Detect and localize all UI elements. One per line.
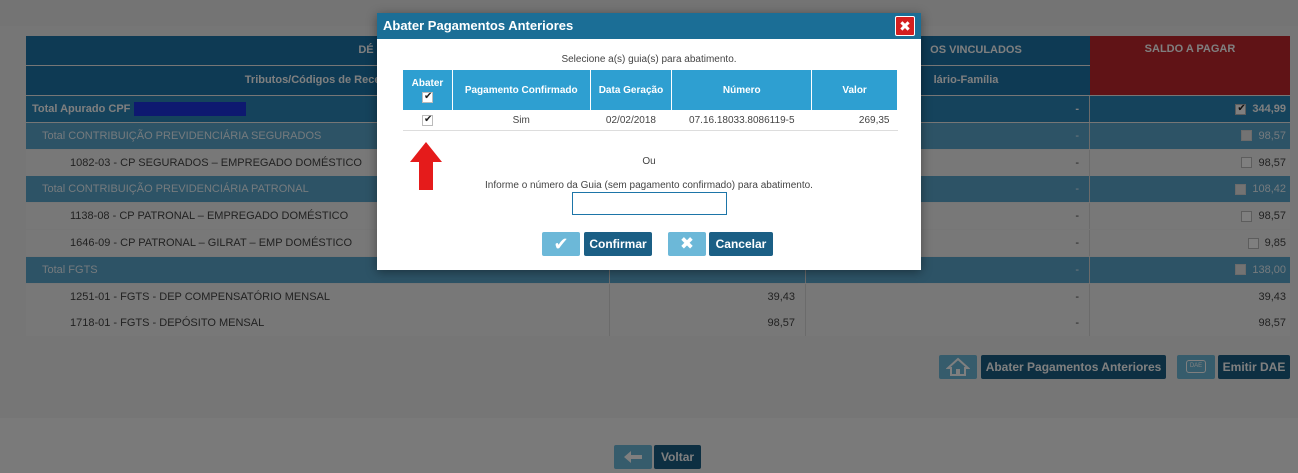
guia-number-input[interactable] xyxy=(572,192,727,215)
or-separator: Ou xyxy=(642,156,656,167)
select-all-checkbox[interactable] xyxy=(421,90,433,104)
inform-guia-text: Informe o número da Guia (sem pagamento … xyxy=(485,180,813,191)
cancelar-button[interactable]: Cancelar xyxy=(709,232,773,256)
red-arrow-icon xyxy=(410,142,442,190)
close-icon[interactable]: ✖ xyxy=(895,16,915,36)
guias-table: Abater Pagamento Confirmado Data Geração… xyxy=(402,69,898,131)
table-row: Sim 02/02/2018 07.16.18033.8086119-5 269… xyxy=(402,110,898,131)
row-abater-cell xyxy=(402,110,453,131)
check-icon[interactable]: ✔ xyxy=(542,232,580,256)
row-valor: 269,35 xyxy=(811,110,898,131)
row-numero: 07.16.18033.8086119-5 xyxy=(671,110,812,131)
row-data-geracao: 02/02/2018 xyxy=(590,110,672,131)
col-data-geracao: Data Geração xyxy=(589,69,673,111)
col-pagamento-confirmado: Pagamento Confirmado xyxy=(451,69,591,111)
col-valor: Valor xyxy=(811,69,898,111)
col-abater-label: Abater xyxy=(411,77,444,89)
modal-title: Abater Pagamentos Anteriores xyxy=(377,13,921,39)
modal-instruction: Selecione a(s) guia(s) para abatimento. xyxy=(561,54,737,65)
row-pagamento-confirmado: Sim xyxy=(452,110,591,131)
cancel-x-icon[interactable]: ✖ xyxy=(668,232,706,256)
abater-modal: Abater Pagamentos Anteriores ✖ Selecione… xyxy=(377,13,921,270)
row-checkbox[interactable] xyxy=(421,113,433,127)
col-numero: Número xyxy=(671,69,813,111)
confirmar-button[interactable]: Confirmar xyxy=(584,232,652,256)
col-abater: Abater xyxy=(402,69,453,111)
